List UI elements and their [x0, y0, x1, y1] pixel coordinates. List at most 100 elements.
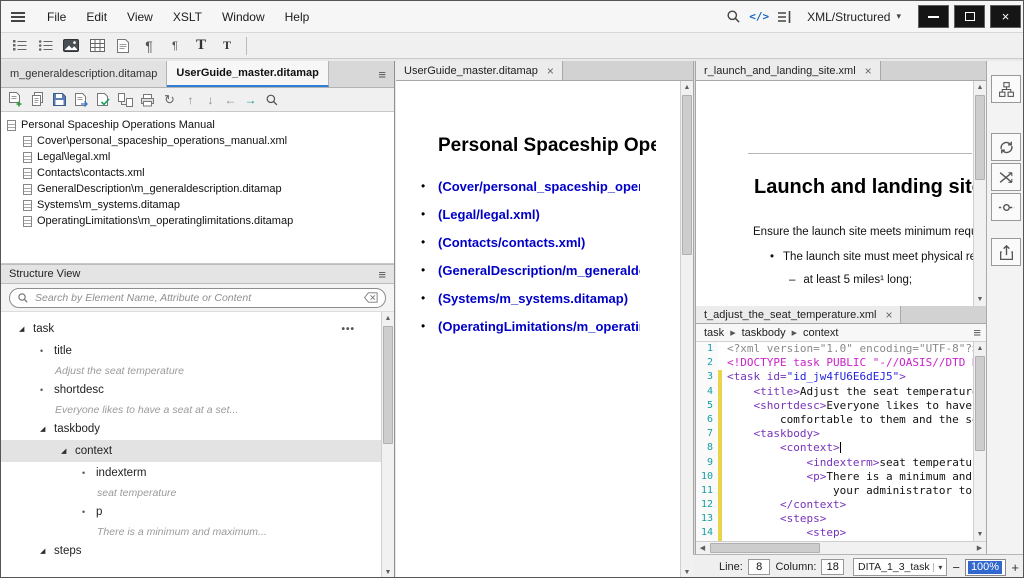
topicref-link[interactable]: (GeneralDescription/m_generaldescription…: [438, 263, 640, 278]
zoom-in-button[interactable]: +: [1011, 560, 1019, 575]
expander-icon[interactable]: ◢: [19, 325, 33, 333]
code-line[interactable]: 12 </context>: [696, 498, 973, 512]
scrollbar-thumb[interactable]: [383, 326, 393, 444]
close-tab-icon[interactable]: ×: [885, 308, 892, 322]
doctype-selector[interactable]: DITA_1_3_task ▾: [853, 558, 947, 576]
structure-element-node[interactable]: •p: [1, 501, 381, 523]
character-format-icon[interactable]: T: [215, 35, 239, 57]
scrollbar-thumb[interactable]: [975, 95, 985, 180]
tab-adjust-seat-temperature[interactable]: t_adjust_the_seat_temperature.xml ×: [696, 306, 901, 323]
refresh-icon[interactable]: ↻: [160, 90, 179, 109]
menu-help[interactable]: Help: [275, 1, 320, 32]
workspace-selector[interactable]: XML/Structured ▾: [797, 10, 913, 24]
source-horizontal-scrollbar[interactable]: ◀ ▶: [696, 541, 986, 554]
map-document[interactable]: Personal Spaceship Operations Manual •(C…: [396, 81, 693, 578]
structure-element-node[interactable]: •indexterm: [1, 462, 381, 484]
tab-userguide-master[interactable]: UserGuide_master.ditamap: [167, 61, 328, 87]
scroll-down-icon[interactable]: ▼: [382, 566, 394, 578]
scroll-up-icon[interactable]: ▲: [974, 81, 986, 94]
structure-element-node[interactable]: ◢steps: [1, 540, 381, 562]
menu-view[interactable]: View: [117, 1, 163, 32]
publish-button[interactable]: [991, 238, 1021, 266]
close-tab-icon[interactable]: ×: [865, 64, 872, 78]
numbered-list-icon[interactable]: [7, 35, 31, 57]
menu-file[interactable]: File: [37, 1, 76, 32]
structure-scrollbar[interactable]: ▲ ▼: [381, 312, 394, 578]
minimize-button[interactable]: [918, 5, 949, 28]
structure-element-node[interactable]: ◢taskbody: [1, 418, 381, 440]
structure-element-node[interactable]: •title: [1, 340, 381, 362]
find-in-map-icon[interactable]: [262, 90, 281, 109]
breadcrumb-item[interactable]: context: [803, 327, 838, 339]
source-panel-menu-icon[interactable]: ≡: [965, 325, 986, 340]
code-line[interactable]: 6 comfortable to them and the seat tempe…: [696, 413, 973, 427]
code-line[interactable]: 1<?xml version="1.0" encoding="UTF-8"?>: [696, 342, 973, 356]
map-editor-scrollbar[interactable]: ▲ ▼: [680, 81, 693, 578]
copy-topic-icon[interactable]: [28, 90, 47, 109]
save-icon[interactable]: [50, 90, 69, 109]
map-tree-item[interactable]: Systems\m_systems.ditamap: [1, 197, 394, 213]
scroll-down-icon[interactable]: ▼: [974, 293, 986, 306]
code-line[interactable]: 9 <indexterm>seat temperature</indexterm…: [696, 456, 973, 470]
menu-xslt[interactable]: XSLT: [163, 1, 212, 32]
sync-views-button[interactable]: [991, 133, 1021, 161]
close-button[interactable]: ×: [990, 5, 1021, 28]
node-menu-icon[interactable]: •••: [341, 324, 355, 335]
panel-layout-icon[interactable]: [773, 5, 797, 29]
scroll-left-icon[interactable]: ◀: [696, 542, 709, 554]
insert-image-icon[interactable]: [59, 35, 83, 57]
code-line[interactable]: 5 <shortdesc>Everyone likes to have a se…: [696, 399, 973, 413]
map-tree-item[interactable]: GeneralDescription\m_generaldescription.…: [1, 181, 394, 197]
tab-launch-and-landing-site[interactable]: r_launch_and_landing_site.xml ×: [696, 61, 881, 80]
map-tree-item[interactable]: Contacts\contacts.xml: [1, 165, 394, 181]
scroll-right-icon[interactable]: ▶: [973, 542, 986, 554]
map-tree-item[interactable]: Legal\legal.xml: [1, 149, 394, 165]
move-down-icon[interactable]: ↓: [202, 93, 219, 107]
map-tree-item[interactable]: Cover\personal_spaceship_operations_manu…: [1, 133, 394, 149]
tab-m-generaldescription[interactable]: m_generaldescription.ditamap: [1, 61, 167, 87]
code-line[interactable]: 10 <p>There is a minimum and maximum: [696, 470, 973, 484]
validate-icon[interactable]: [94, 90, 113, 109]
paragraph-format-icon[interactable]: ¶: [163, 35, 187, 57]
scroll-down-icon[interactable]: ▼: [681, 566, 693, 578]
map-root-item[interactable]: Personal Spaceship Operations Manual: [1, 117, 394, 133]
menu-window[interactable]: Window: [212, 1, 275, 32]
topicref-link[interactable]: (Systems/m_systems.ditamap): [438, 291, 628, 306]
expander-icon[interactable]: ◢: [61, 447, 75, 455]
topicref-link[interactable]: (Cover/personal_spaceship_operations_man…: [438, 179, 640, 194]
search-icon[interactable]: [721, 5, 745, 29]
code-line[interactable]: 11 your administrator to establish: [696, 484, 973, 498]
show-paragraph-marks-icon[interactable]: ¶: [137, 35, 161, 57]
scroll-up-icon[interactable]: ▲: [681, 81, 693, 94]
zoom-input[interactable]: 100%: [965, 559, 1006, 576]
column-number-input[interactable]: 18: [821, 559, 844, 575]
scroll-up-icon[interactable]: ▲: [974, 342, 986, 355]
inline-element-button[interactable]: [991, 193, 1021, 221]
export-topic-icon[interactable]: [72, 90, 91, 109]
code-line[interactable]: 14 <step>: [696, 526, 973, 540]
link-topics-icon[interactable]: [116, 90, 135, 109]
structure-element-node[interactable]: ◢task•••: [1, 318, 381, 340]
topicref-link[interactable]: (Contacts/contacts.xml): [438, 235, 585, 250]
insert-table-icon[interactable]: [85, 35, 109, 57]
zoom-out-button[interactable]: −: [952, 560, 960, 575]
text-format-icon[interactable]: T: [189, 35, 213, 57]
code-line[interactable]: 8 <context>: [696, 441, 973, 455]
map-tree-item[interactable]: OperatingLimitations\m_operatinglimitati…: [1, 213, 394, 229]
expander-icon[interactable]: ◢: [40, 547, 54, 555]
tab-userguide-master-editor[interactable]: UserGuide_master.ditamap ×: [396, 61, 563, 80]
code-view-icon[interactable]: </>: [745, 5, 773, 29]
scroll-down-icon[interactable]: ▼: [974, 528, 986, 541]
source-scrollbar[interactable]: ▲ ▼: [973, 342, 986, 541]
bullet-list-icon[interactable]: [33, 35, 57, 57]
scroll-up-icon[interactable]: ▲: [382, 312, 394, 325]
hamburger-menu-icon[interactable]: [11, 16, 25, 18]
promote-icon[interactable]: ←: [222, 93, 239, 107]
code-line[interactable]: 3<task id="id_jw4fU6E6dEJ5">: [696, 370, 973, 384]
line-number-input[interactable]: 8: [748, 559, 771, 575]
topic-preview-scrollbar[interactable]: ▲ ▼: [973, 81, 986, 306]
menu-edit[interactable]: Edit: [76, 1, 117, 32]
scrollbar-thumb[interactable]: [682, 95, 692, 255]
code-line[interactable]: 7 <taskbody>: [696, 427, 973, 441]
breadcrumb-item[interactable]: task: [704, 327, 724, 339]
